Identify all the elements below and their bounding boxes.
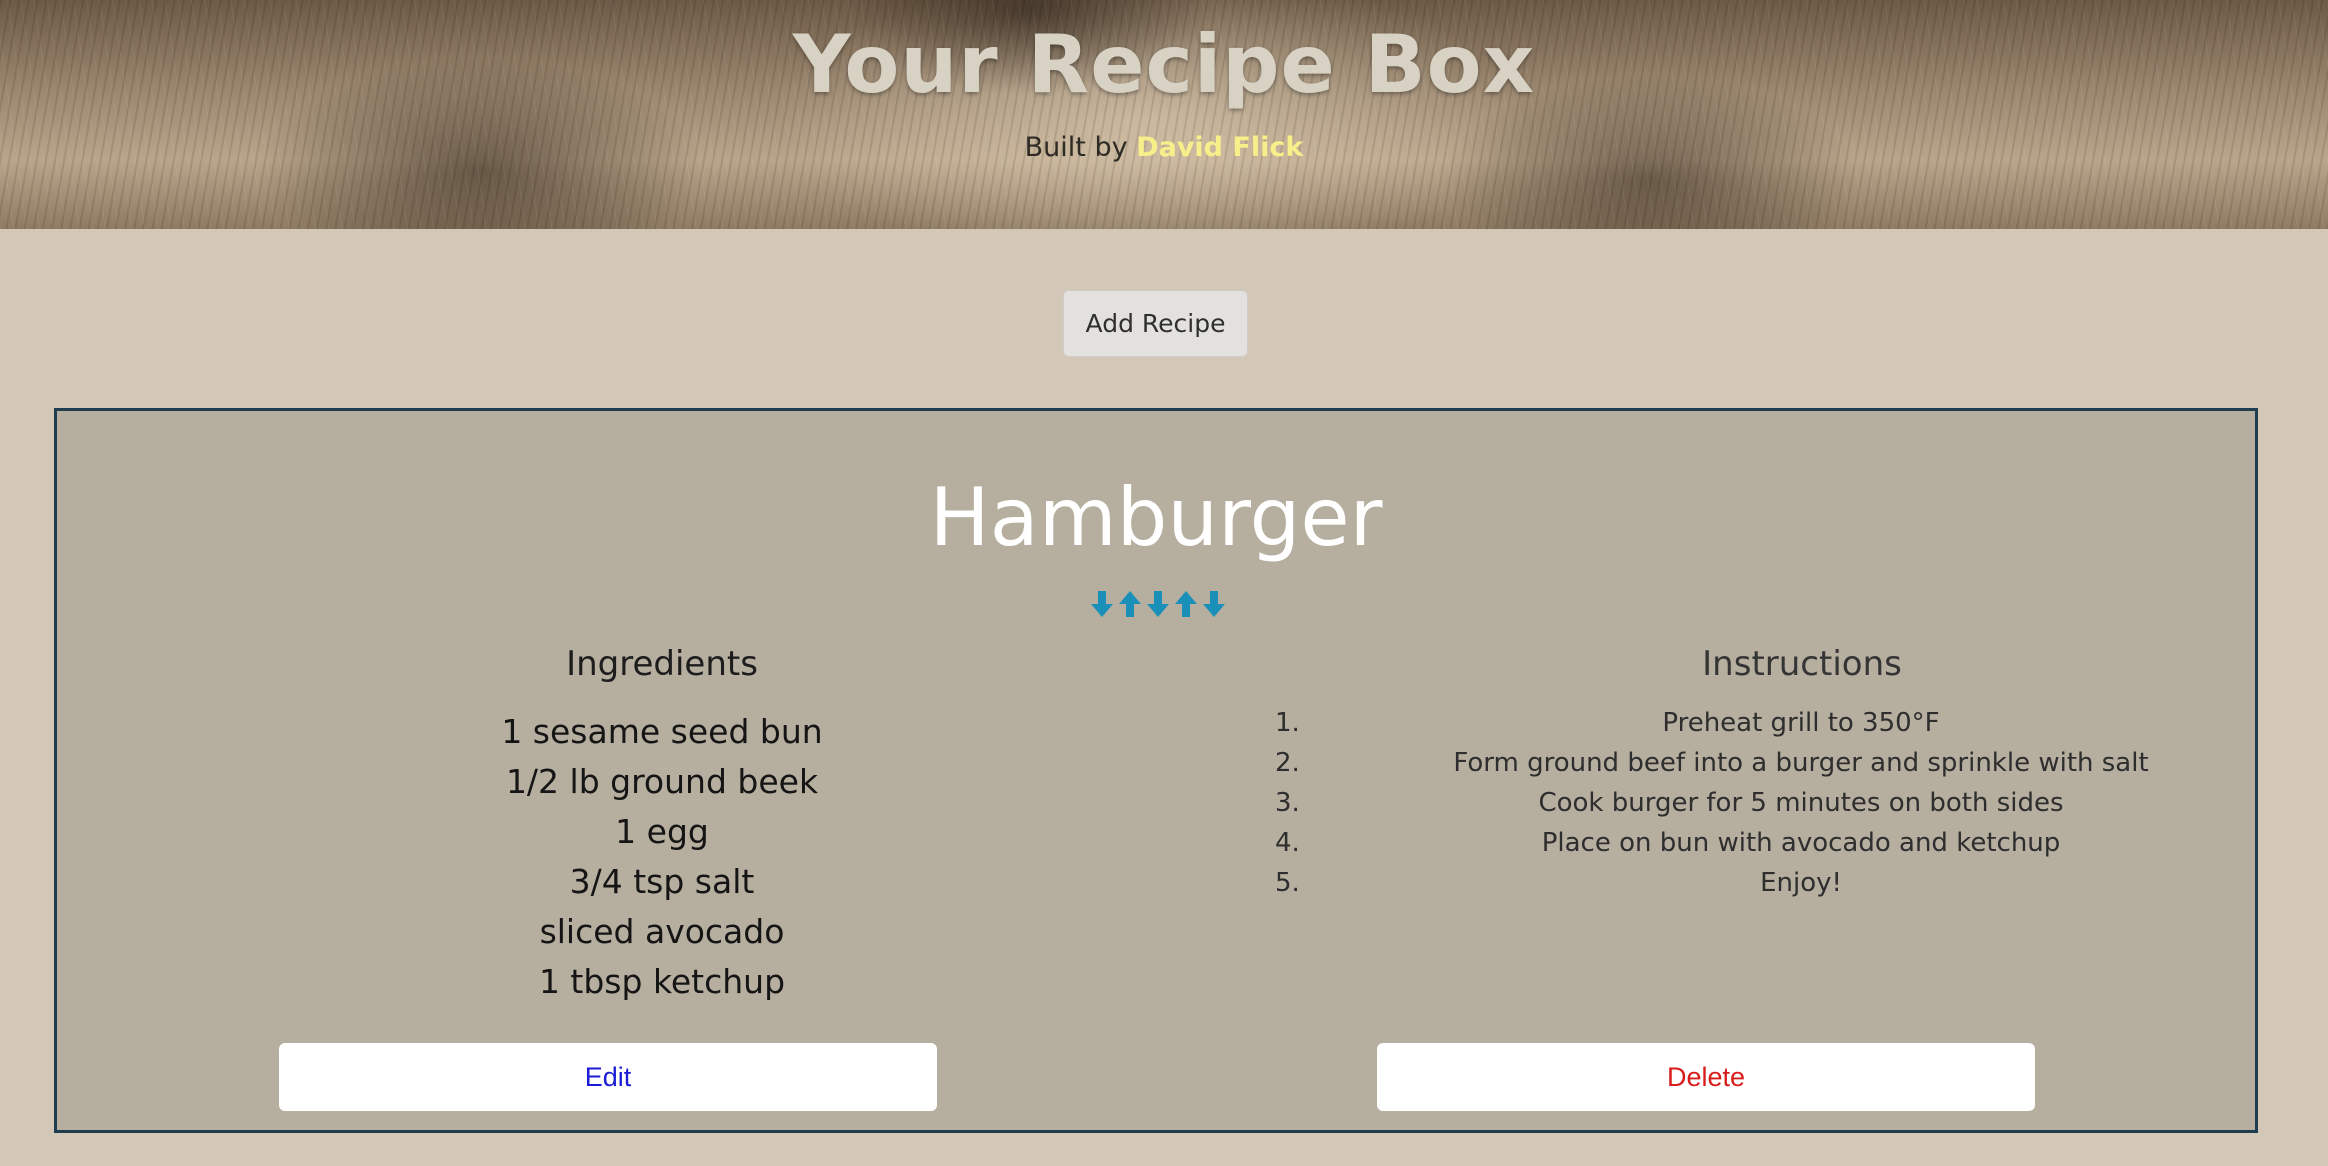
instruction-text: Cook burger for 5 minutes on both sides [1538,788,2064,818]
ingredient-item: sliced avocado [539,912,785,951]
arrow-down-icon[interactable] [1202,589,1226,619]
instruction-number: 1. [1275,708,1300,738]
ingredient-item: 1 tbsp ketchup [538,962,786,1001]
ingredients-heading: Ingredients [566,644,758,684]
instruction-item: 4. Place on bun with avocado and ketchup [1227,823,2247,863]
ingredient-item: 3/4 tsp salt [569,862,755,901]
arrow-down-icon[interactable] [1146,589,1170,619]
recipe-card: Hamburger Ingredients 1 sesame seed bun … [54,408,2258,1133]
arrow-down-icon[interactable] [1090,589,1114,619]
instruction-text: Place on bun with avocado and ketchup [1541,828,2061,858]
edit-button[interactable]: Edit [279,1043,937,1111]
byline: Built by David Flick [0,132,2328,163]
instruction-number: 5. [1275,868,1300,898]
instruction-text: Form ground beef into a burger and sprin… [1453,748,2149,778]
page-title: Your Recipe Box [792,18,1536,111]
ingredient-item: 1 egg [615,812,709,851]
instruction-number: 2. [1275,748,1300,778]
instruction-text: Preheat grill to 350°F [1662,708,1940,738]
instruction-item: 1. Preheat grill to 350°F [1227,703,2247,743]
reorder-controls [1090,589,1226,619]
ingredient-item: 1/2 lb ground beek [505,762,819,801]
instruction-number: 4. [1275,828,1300,858]
header-banner: Your Recipe Box Built by David Flick [0,0,2328,229]
ingredients-list: 1 sesame seed bun 1/2 lb ground beek 1 e… [277,707,1047,1007]
instruction-number: 3. [1275,788,1300,818]
instruction-item: 2. Form ground beef into a burger and sp… [1227,743,2247,783]
instruction-item: 5. Enjoy! [1227,863,2247,903]
recipe-title: Hamburger [929,471,1383,564]
instructions-list: 1. Preheat grill to 350°F 2. Form ground… [1227,703,2247,903]
arrow-up-icon[interactable] [1174,589,1198,619]
delete-button[interactable]: Delete [1377,1043,2035,1111]
arrow-up-icon[interactable] [1118,589,1142,619]
author-link[interactable]: David Flick [1136,132,1303,163]
instruction-text: Enjoy! [1760,868,1842,898]
instructions-heading: Instructions [1702,644,1902,684]
add-recipe-button[interactable]: Add Recipe [1063,290,1248,357]
ingredient-item: 1 sesame seed bun [501,712,823,751]
instruction-item: 3. Cook burger for 5 minutes on both sid… [1227,783,2247,823]
byline-prefix: Built by [1024,132,1128,163]
